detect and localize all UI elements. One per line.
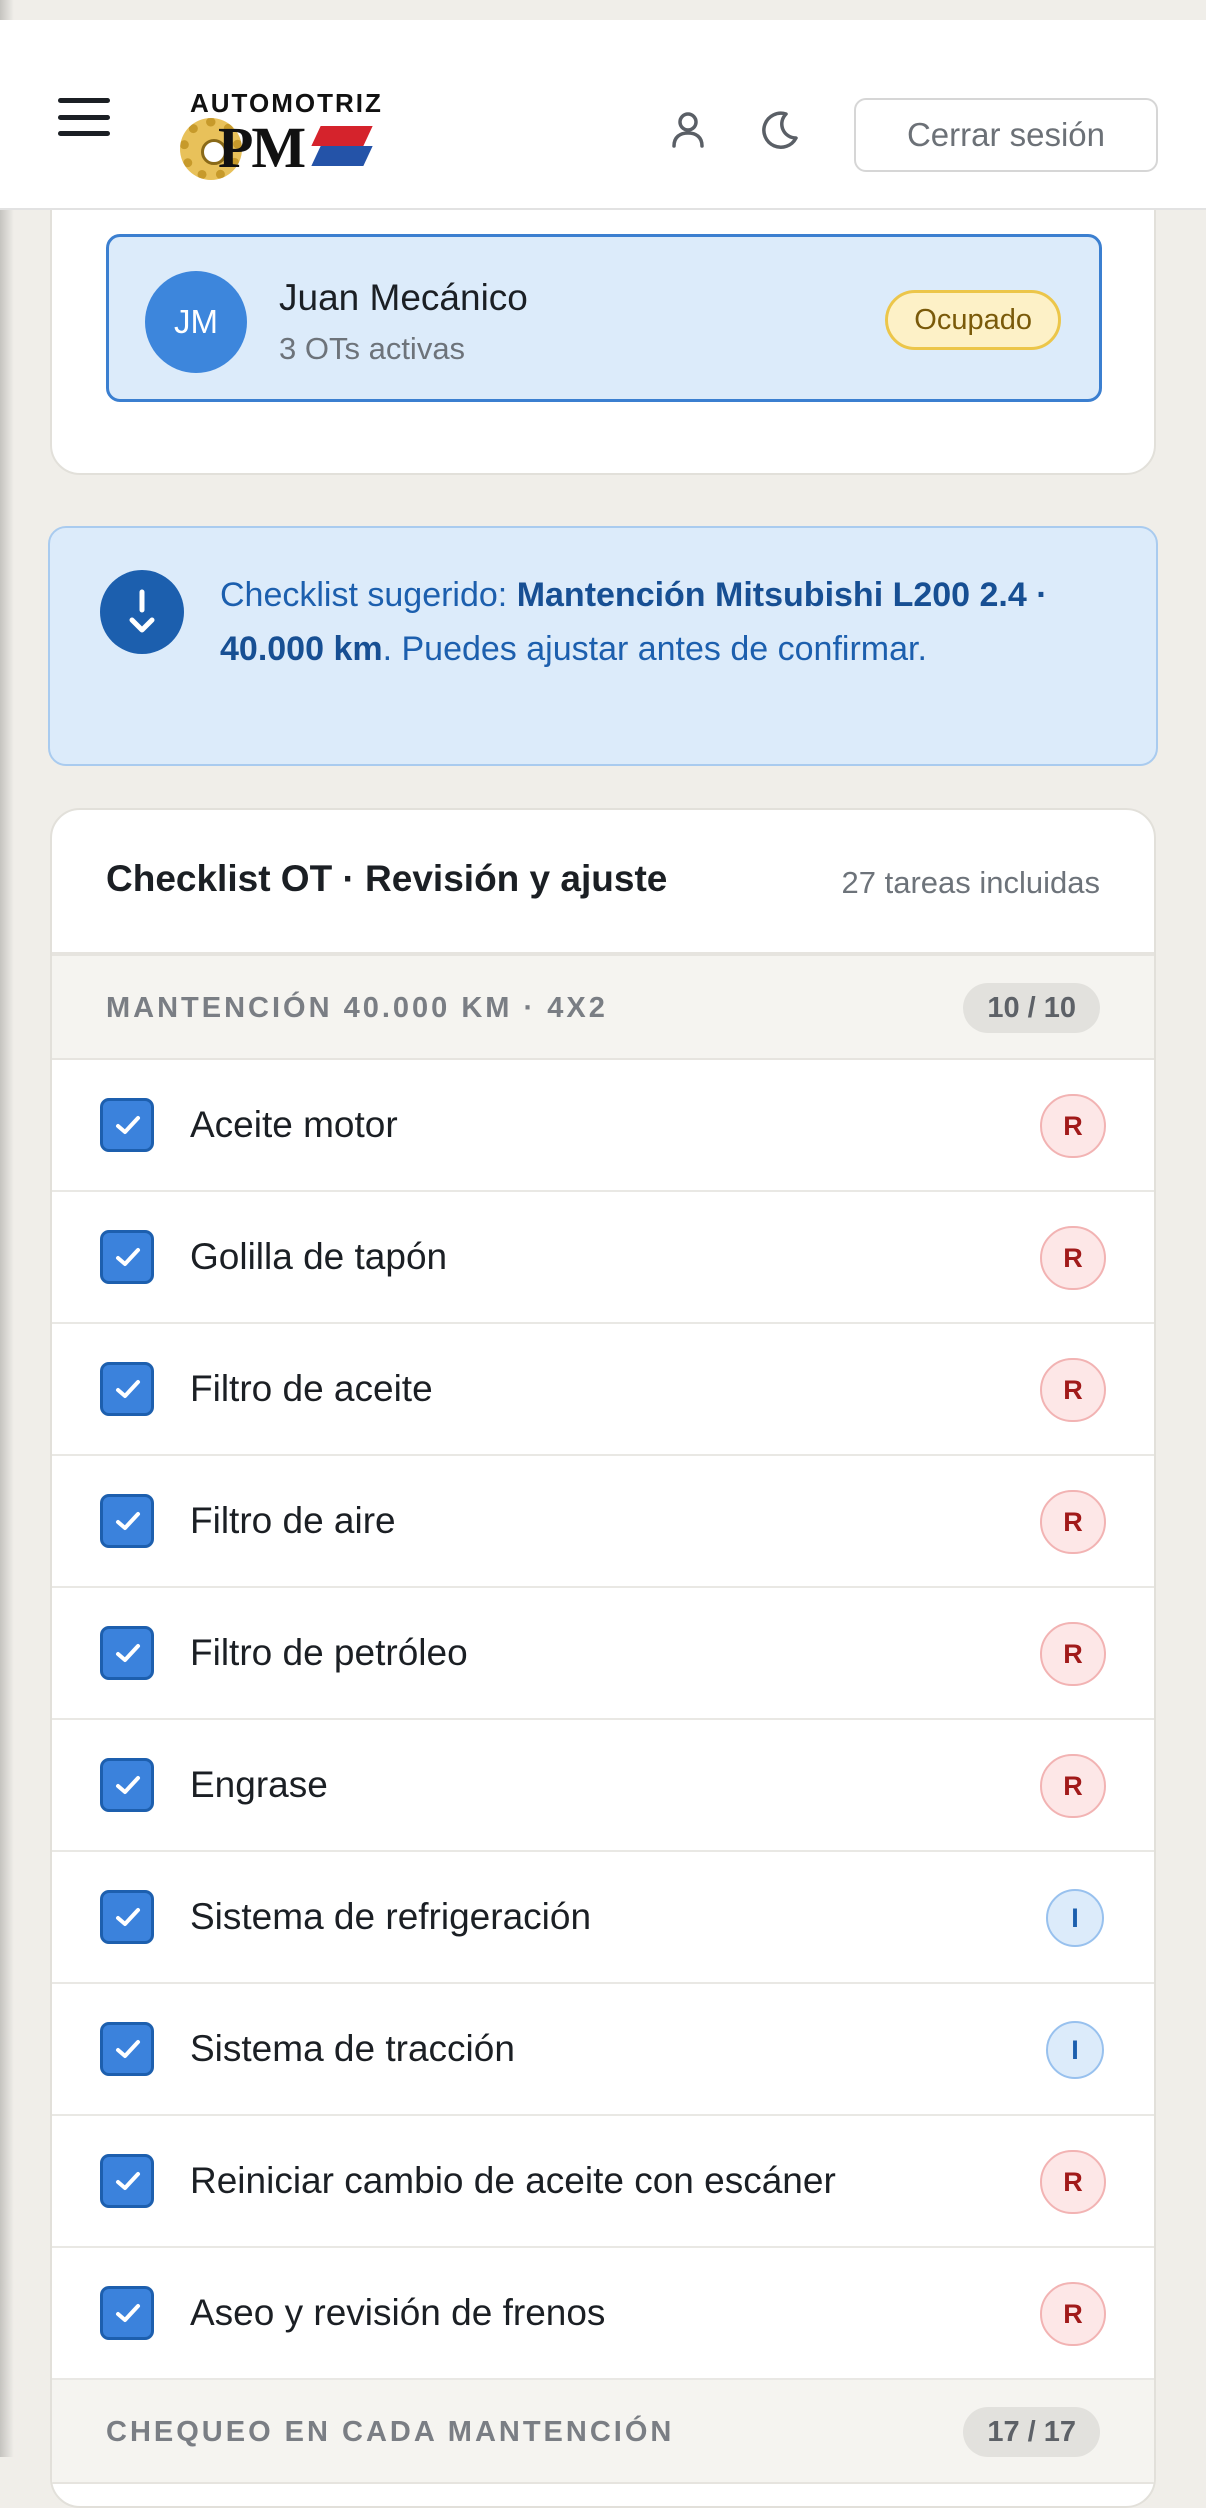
check-icon xyxy=(116,1380,140,1398)
item-label: Engrase xyxy=(190,1764,328,1805)
status-badge: Ocupado xyxy=(885,290,1061,350)
item-type-badge: R xyxy=(1040,1226,1106,1290)
checkbox[interactable] xyxy=(100,1494,154,1548)
logo-mark: PM xyxy=(218,115,306,180)
list-item[interactable]: Filtro de aire R xyxy=(52,1456,1154,1588)
list-item[interactable]: Filtro de petróleo R xyxy=(52,1588,1154,1720)
menu-icon[interactable] xyxy=(58,98,110,136)
list-item[interactable]: Reiniciar cambio de aceite con escáner R xyxy=(52,2116,1154,2248)
item-label: Filtro de aceite xyxy=(190,1368,433,1409)
checkbox[interactable] xyxy=(100,1230,154,1284)
item-label: Aseo y revisión de frenos xyxy=(190,2292,606,2333)
item-label: Filtro de aire xyxy=(190,1500,396,1541)
checklist-card: Checklist OT · Revisión y ajuste 27 tare… xyxy=(50,808,1156,2508)
item-label: Aceite motor xyxy=(190,1104,398,1145)
checkbox[interactable] xyxy=(100,1758,154,1812)
list-item[interactable]: Sistema de refrigeración I xyxy=(52,1852,1154,1984)
suggestion-text: Checklist sugerido: Mantención Mitsubish… xyxy=(220,568,1120,676)
list-item[interactable]: Golilla de tapón R xyxy=(52,1192,1154,1324)
list-item[interactable]: Engrase R xyxy=(52,1720,1154,1852)
item-label: Sistema de tracción xyxy=(190,2028,515,2069)
item-label: Golilla de tapón xyxy=(190,1236,448,1277)
item-type-badge: R xyxy=(1040,1490,1106,1554)
checkbox[interactable] xyxy=(100,1626,154,1680)
checkbox[interactable] xyxy=(100,1098,154,1152)
moon-icon[interactable] xyxy=(756,108,800,152)
section-header[interactable]: MANTENCIÓN 40.000 KM · 4X2 10 / 10 xyxy=(52,956,1154,1060)
item-type-badge: R xyxy=(1040,2150,1106,2214)
check-icon xyxy=(116,2172,140,2190)
item-type-badge: R xyxy=(1040,2282,1106,2346)
check-icon xyxy=(116,1908,140,1926)
check-icon xyxy=(116,1644,140,1662)
avatar: JM xyxy=(145,271,247,373)
mechanic-name: Juan Mecánico xyxy=(279,277,528,318)
item-label: Filtro de petróleo xyxy=(190,1632,468,1673)
mechanic-option-selected[interactable]: JM Juan Mecánico 3 OTs activas Ocupado xyxy=(106,234,1102,402)
logo[interactable]: AUTOMOTRIZ PM xyxy=(180,68,381,180)
suggestion-prefix: Checklist sugerido: xyxy=(220,576,517,614)
section-progress: 10 / 10 xyxy=(963,983,1100,1033)
section-title: MANTENCIÓN 40.000 KM · 4X2 xyxy=(106,992,608,1024)
mechanic-active-orders: 3 OTs activas xyxy=(279,331,466,366)
item-type-badge: I xyxy=(1046,2021,1104,2079)
task-count: 27 tareas incluidas xyxy=(841,865,1101,900)
left-edge-shadow xyxy=(0,0,14,2457)
section-header[interactable]: CHEQUEO EN CADA MANTENCIÓN 17 / 17 xyxy=(52,2380,1154,2484)
check-icon xyxy=(116,1512,140,1530)
item-type-badge: R xyxy=(1040,1094,1106,1158)
suggestion-info-box: Checklist sugerido: Mantención Mitsubish… xyxy=(48,526,1158,766)
item-type-badge: R xyxy=(1040,1754,1106,1818)
flag-logo-icon xyxy=(311,126,373,166)
checkbox[interactable] xyxy=(100,1890,154,1944)
top-bar: AUTOMOTRIZ PM Cerrar sesión xyxy=(0,20,1206,210)
checkbox[interactable] xyxy=(100,2022,154,2076)
checkbox[interactable] xyxy=(100,2154,154,2208)
checkbox[interactable] xyxy=(100,1362,154,1416)
check-icon xyxy=(116,1116,140,1134)
list-item[interactable]: Aseo y revisión de frenos R xyxy=(52,2248,1154,2380)
checklist-header: Checklist OT · Revisión y ajuste 27 tare… xyxy=(52,810,1154,956)
check-icon xyxy=(116,1248,140,1266)
suggestion-suffix: . Puedes ajustar antes de confirmar. xyxy=(382,630,927,668)
section-progress: 17 / 17 xyxy=(963,2407,1100,2457)
item-label: Sistema de refrigeración xyxy=(190,1896,592,1937)
checklist-title: Checklist OT · Revisión y ajuste xyxy=(106,858,668,899)
logout-button[interactable]: Cerrar sesión xyxy=(854,98,1158,172)
user-icon[interactable] xyxy=(666,108,710,152)
checkbox[interactable] xyxy=(100,2286,154,2340)
item-label: Reiniciar cambio de aceite con escáner xyxy=(190,2160,836,2201)
item-type-badge: R xyxy=(1040,1622,1106,1686)
list-item[interactable]: Aceite motor R xyxy=(52,1060,1154,1192)
item-type-badge: I xyxy=(1046,1889,1104,1947)
check-icon xyxy=(116,2040,140,2058)
check-icon xyxy=(116,2304,140,2322)
list-item[interactable]: Filtro de aceite R xyxy=(52,1324,1154,1456)
list-item[interactable]: Sistema de tracción I xyxy=(52,1984,1154,2116)
item-type-badge: R xyxy=(1040,1358,1106,1422)
check-icon xyxy=(116,1776,140,1794)
section-title: CHEQUEO EN CADA MANTENCIÓN xyxy=(106,2416,675,2448)
download-icon xyxy=(100,570,184,654)
